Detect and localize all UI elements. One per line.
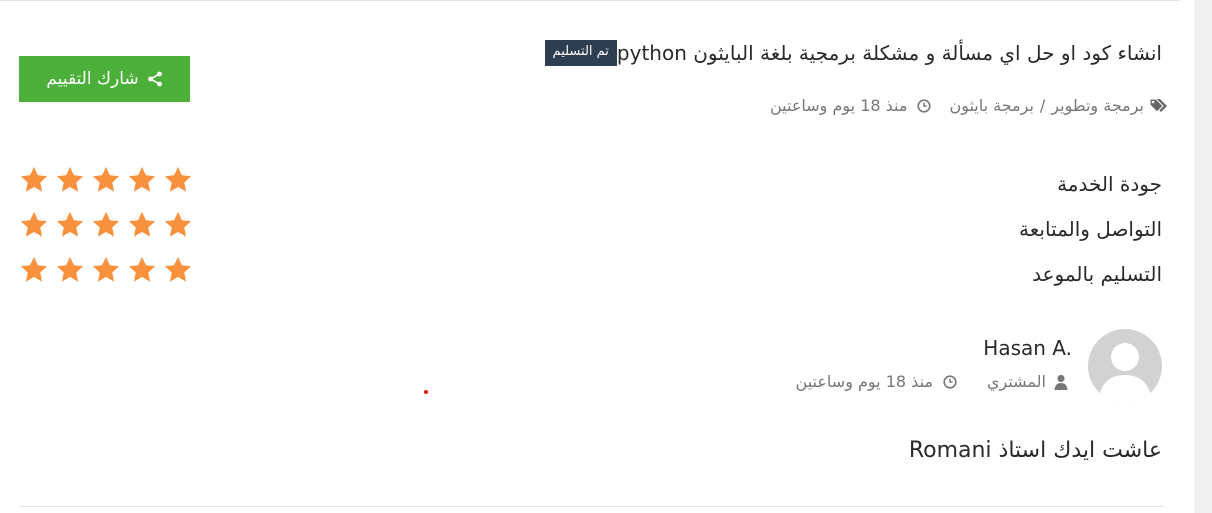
top-divider — [0, 0, 1180, 1]
share-icon — [147, 71, 162, 87]
project-title[interactable]: انشاء كود او حل اي مسألة و مشكلة برمجية … — [617, 41, 1162, 65]
star-icon — [92, 166, 120, 192]
star-icon — [92, 211, 120, 237]
star-icon — [20, 256, 48, 282]
project-title-row: تم التسليم انشاء كود او حل اي مسألة و مش… — [539, 40, 1162, 66]
bottom-divider — [19, 506, 1164, 507]
rating-label-communication: التواصل والمتابعة — [1019, 217, 1162, 241]
rating-stars-communication — [19, 210, 193, 240]
project-time-ago: منذ 18 يوم وساعتين — [770, 96, 908, 115]
clock-icon — [917, 98, 932, 113]
rating-stars-delivery — [19, 255, 193, 285]
star-icon — [20, 166, 48, 192]
subcategory-link[interactable]: برمجة بايثون — [949, 96, 1033, 115]
review-comment: عاشت ايدك استاذ Romani — [908, 438, 1162, 463]
project-meta: برمجة وتطوير / برمجة بايثون منذ 18 يوم و… — [770, 96, 1168, 115]
rating-label-quality: جودة الخدمة — [1057, 172, 1162, 196]
star-icon — [164, 166, 192, 192]
rating-label-delivery: التسليم بالموعد — [1032, 262, 1162, 286]
avatar[interactable] — [1088, 329, 1162, 403]
rating-stars-quality — [19, 165, 193, 195]
reviewer-role: المشتري — [986, 372, 1046, 391]
star-icon — [56, 256, 84, 282]
review-time-ago: منذ 18 يوم وساعتين — [795, 372, 933, 391]
star-icon — [56, 166, 84, 192]
star-icon — [20, 211, 48, 237]
star-icon — [164, 211, 192, 237]
star-icon — [128, 211, 156, 237]
share-rating-button[interactable]: شارك التقييم — [19, 56, 190, 102]
user-avatar-icon — [1098, 343, 1152, 403]
scrollbar-track[interactable] — [1194, 0, 1212, 513]
user-icon — [1054, 374, 1068, 390]
tags-icon — [1149, 98, 1167, 113]
breadcrumb-separator: / — [1039, 96, 1046, 115]
star-icon — [92, 256, 120, 282]
star-icon — [164, 256, 192, 282]
star-icon — [56, 211, 84, 237]
star-icon — [128, 166, 156, 192]
red-dot-marker — [424, 390, 428, 394]
clock-icon — [943, 374, 957, 389]
share-button-label: شارك التقييم — [46, 69, 139, 89]
category-link[interactable]: برمجة وتطوير — [1051, 96, 1144, 115]
reviewer-name[interactable]: Hasan A. — [983, 336, 1072, 360]
reviewer-meta: المشتري منذ 18 يوم وساعتين — [796, 372, 1068, 391]
star-icon — [128, 256, 156, 282]
status-badge: تم التسليم — [544, 40, 617, 66]
